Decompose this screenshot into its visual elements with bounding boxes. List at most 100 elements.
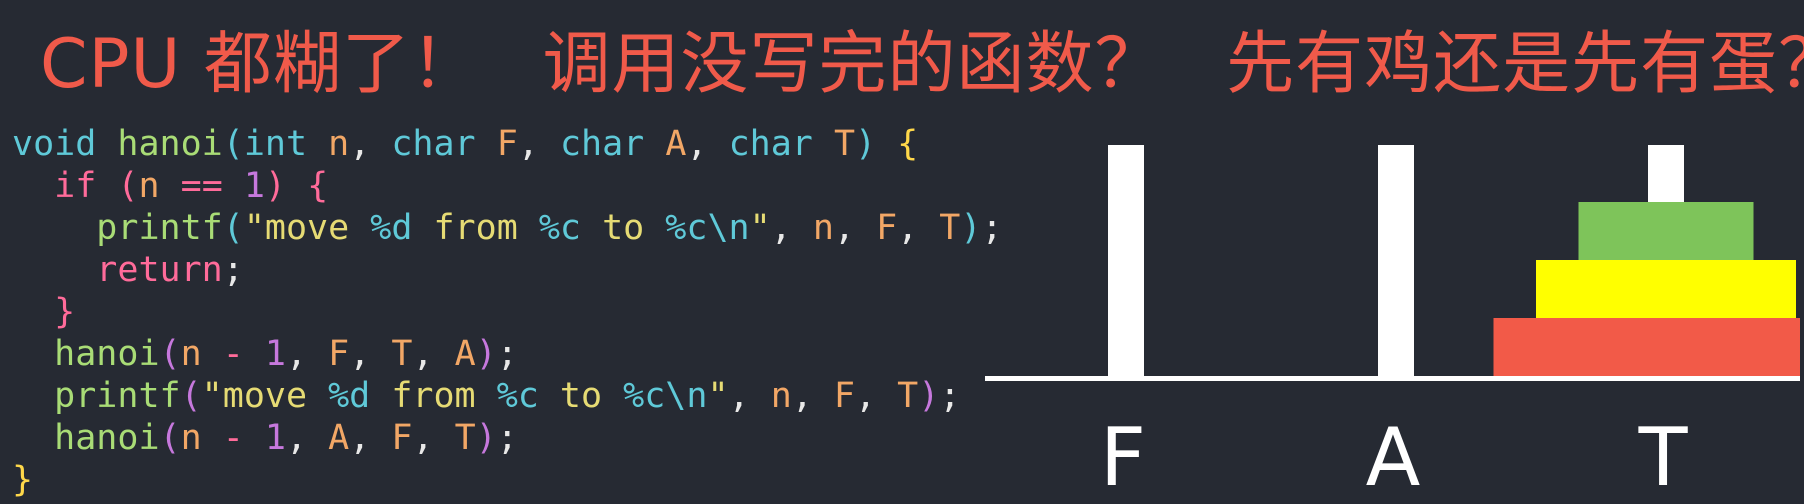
code-token: ( — [180, 376, 202, 416]
code-token: " — [707, 376, 729, 416]
page-title: CPU 都糊了！ 调用没写完的函数？ 先有鸡还是先有蛋？ — [40, 20, 1804, 110]
code-line: hanoi(n - 1, A, F, T); — [12, 417, 1003, 459]
code-token: 1 — [264, 418, 286, 458]
code-token: %c — [538, 208, 581, 248]
code-line: printf("move %d from %c to %c\n", n, F, … — [12, 375, 1003, 417]
code-token: , — [791, 376, 834, 416]
code-token: , — [349, 124, 392, 164]
code-token: ; — [496, 418, 518, 458]
code-token: - — [201, 418, 265, 458]
code-token: ( — [117, 166, 139, 206]
code-token: hanoi — [117, 124, 223, 164]
code-token: from — [412, 208, 539, 248]
code-token: to — [581, 208, 666, 248]
code-token: T — [833, 124, 856, 164]
code-token: , — [285, 418, 329, 458]
code-token: ; — [222, 250, 244, 290]
code-token: n — [770, 376, 792, 416]
code-line: } — [12, 459, 1003, 501]
peg-f — [1108, 145, 1144, 378]
code-token: "move — [243, 208, 371, 248]
code-token: %d — [370, 208, 413, 248]
code-token: %c\n — [623, 376, 708, 416]
code-token: A — [454, 334, 476, 374]
code-token: , — [349, 418, 392, 458]
code-token: , — [855, 376, 898, 416]
code-token: n — [812, 208, 834, 248]
code-token: T — [391, 334, 413, 374]
code-token: ) — [475, 418, 497, 458]
code-token: - — [201, 334, 265, 374]
code-token: char — [391, 124, 476, 164]
code-token: n — [180, 334, 202, 374]
code-token: F — [833, 376, 855, 416]
code-token: ; — [496, 334, 518, 374]
code-token: F — [391, 418, 413, 458]
hanoi-diagram: F A T — [985, 145, 1800, 504]
code-token: F — [876, 208, 898, 248]
code-token: char — [728, 124, 813, 164]
code-token: " — [749, 208, 771, 248]
code-token: from — [370, 376, 497, 416]
code-token: printf — [96, 208, 223, 248]
code-token: T — [897, 376, 919, 416]
code-token: { — [897, 124, 919, 164]
title-part-call: 调用没写完的函数？ — [542, 25, 1164, 104]
code-token: , — [686, 124, 729, 164]
code-token: %c\n — [665, 208, 750, 248]
code-token: 1 — [264, 334, 286, 374]
code-token: %c — [496, 376, 539, 416]
code-token: A — [665, 124, 687, 164]
code-token: to — [538, 376, 624, 416]
disk-small — [1578, 202, 1754, 260]
code-token: int — [243, 124, 308, 164]
code-token: "move — [201, 376, 329, 416]
code-token: } — [12, 460, 34, 500]
code-token: char — [559, 124, 645, 164]
code-token: n — [138, 166, 160, 206]
title-part-chicken-egg: 先有鸡还是先有蛋？ — [1226, 25, 1804, 104]
code-token: printf — [54, 376, 181, 416]
disk-medium — [1536, 260, 1796, 318]
code-token: { — [307, 166, 329, 206]
code-token: ; — [939, 376, 961, 416]
peg-label-f: F — [1100, 411, 1146, 504]
code-token: A — [328, 418, 350, 458]
code-token: , — [412, 334, 455, 374]
disk-large — [1493, 318, 1800, 376]
code-token: , — [412, 418, 455, 458]
code-token: , — [833, 208, 877, 248]
code-token: if — [54, 166, 97, 206]
code-line: hanoi(n - 1, F, T, A); — [12, 333, 1003, 375]
code-token: ( — [222, 208, 244, 248]
hanoi-board: F A T — [985, 140, 1800, 504]
code-token: 1 — [243, 166, 265, 206]
code-token: , — [285, 334, 329, 374]
code-line: printf("move %d from %c to %c\n", n, F, … — [12, 207, 1002, 249]
code-token: T — [939, 208, 961, 248]
code-token: ) — [918, 376, 940, 416]
code-token: , — [770, 208, 813, 248]
code-token: , — [517, 124, 560, 164]
code-token: ( — [159, 418, 181, 458]
code-token: %d — [328, 376, 371, 416]
peg-label-a: A — [1366, 411, 1421, 504]
code-token: T — [454, 418, 476, 458]
code-token: } — [54, 292, 76, 332]
code-token: hanoi — [54, 334, 160, 374]
code-token: ) — [855, 124, 877, 164]
disks-on-t — [1493, 202, 1800, 376]
